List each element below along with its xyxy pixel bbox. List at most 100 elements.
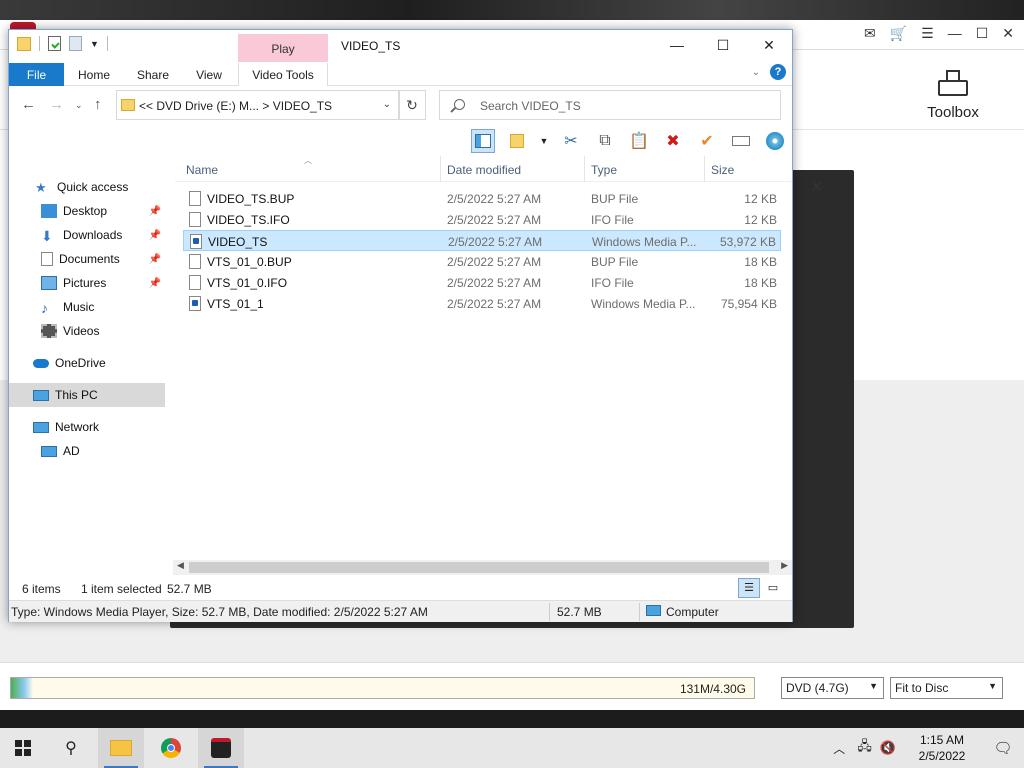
windows-logo-icon xyxy=(15,740,31,756)
taskbar-search-button[interactable]: ⚲ xyxy=(48,728,94,768)
back-arrow-icon[interactable]: ← xyxy=(21,96,36,113)
cart-icon[interactable]: 🛒 xyxy=(890,25,907,42)
sidebar-item-onedrive[interactable]: OneDrive xyxy=(9,351,165,375)
notifications-icon[interactable]: 🗨 xyxy=(982,739,1024,757)
scroll-left-icon[interactable]: ◀ xyxy=(177,560,184,571)
window-controls: — ☐ ✕ xyxy=(654,30,792,60)
properties-icon[interactable] xyxy=(505,129,529,153)
column-name[interactable]: Name xyxy=(186,163,218,177)
address-bar[interactable]: << DVD Drive (E:) M... > VIDEO_TS ⌄ xyxy=(116,90,400,120)
folder-icon[interactable] xyxy=(17,36,31,51)
table-row[interactable]: VIDEO_TS.BUP 2/5/2022 5:27 AM BUP File 1… xyxy=(183,188,781,209)
cut-icon[interactable]: ✂ xyxy=(559,129,583,153)
scrollbar-thumb[interactable] xyxy=(189,562,769,573)
minimize-button[interactable]: — xyxy=(654,30,700,60)
burner-toolstrip: ▼ ✂ ⧉ 📋 ✖ ✔ xyxy=(471,126,791,156)
tab-video-tools[interactable]: Video Tools xyxy=(238,63,328,86)
tab-home[interactable]: Home xyxy=(71,63,117,86)
start-button[interactable] xyxy=(0,728,46,768)
rename-icon[interactable] xyxy=(729,129,753,153)
sidebar-item-this-pc[interactable]: This PC xyxy=(9,383,165,407)
sidebar-item-ad[interactable]: AD xyxy=(9,439,165,463)
recent-locations-icon[interactable]: ⌄ xyxy=(75,100,83,111)
feedback-icon[interactable]: ✉ xyxy=(864,25,876,42)
search-input[interactable]: Search VIDEO_TS xyxy=(439,90,781,120)
sidebar-item-quick-access[interactable]: ★ Quick access xyxy=(9,175,165,199)
expand-ribbon-icon[interactable]: ⌄ xyxy=(752,67,760,78)
sidebar-item-desktop[interactable]: Desktop 📌 xyxy=(9,199,165,223)
close-button[interactable]: ✕ xyxy=(746,30,792,60)
copy-icon[interactable]: ⧉ xyxy=(593,129,617,153)
close-icon[interactable]: ✕ xyxy=(1002,25,1014,42)
preview-pane-icon[interactable] xyxy=(471,129,495,153)
scroll-right-icon[interactable]: ▶ xyxy=(781,560,788,571)
file-size: 18 KB xyxy=(744,255,777,269)
paste-icon[interactable]: 📋 xyxy=(627,129,651,153)
maximize-button[interactable]: ☐ xyxy=(700,30,746,60)
customize-toolbar-icon[interactable]: ▼ xyxy=(90,39,99,49)
pin-icon: 📌 xyxy=(148,205,161,217)
horizontal-scrollbar[interactable]: ◀ ▶ xyxy=(173,560,792,575)
show-hidden-icons-icon[interactable]: ︿ xyxy=(833,740,845,757)
capacity-text: 131M/4.30G xyxy=(679,682,746,696)
clock-date: 2/5/2022 xyxy=(918,749,966,763)
clock[interactable]: 1:15 AM 2/5/2022 xyxy=(902,732,982,764)
refresh-button[interactable]: ↻ xyxy=(398,90,426,120)
search-placeholder: Search VIDEO_TS xyxy=(480,99,581,113)
tab-view[interactable]: View xyxy=(189,63,229,86)
file-date: 2/5/2022 5:27 AM xyxy=(447,276,542,290)
delete-icon[interactable]: ✖ xyxy=(661,129,685,153)
sidebar-item-music[interactable]: ♪ Music xyxy=(9,295,165,319)
minimize-icon[interactable]: — xyxy=(948,25,962,42)
taskbar-file-explorer[interactable] xyxy=(98,728,144,768)
burner-window-controls: ✉ 🛒 ☰ — ☐ ✕ xyxy=(864,25,1014,42)
table-row[interactable]: VIDEO_TS.IFO 2/5/2022 5:27 AM IFO File 1… xyxy=(183,209,781,230)
table-row-selected[interactable]: VIDEO_TS 2/5/2022 5:27 AM Windows Media … xyxy=(183,230,781,251)
up-arrow-icon[interactable]: ↑ xyxy=(94,96,102,113)
new-folder-icon[interactable] xyxy=(69,36,82,51)
sidebar-item-network[interactable]: Network xyxy=(9,415,165,439)
tab-share[interactable]: Share xyxy=(130,63,176,86)
sidebar-item-downloads[interactable]: ⬇ Downloads 📌 xyxy=(9,223,165,247)
ribbon-right-controls: ⌄ ? xyxy=(752,64,786,80)
sidebar-item-pictures[interactable]: Pictures 📌 xyxy=(9,271,165,295)
taskbar-burner-app[interactable] xyxy=(198,728,244,768)
sidebar-item-label: This PC xyxy=(55,388,98,402)
column-size[interactable]: Size xyxy=(711,163,734,177)
desktop-icon xyxy=(41,204,57,218)
column-type[interactable]: Type xyxy=(591,163,617,177)
document-icon xyxy=(41,252,53,266)
network-icon[interactable]: 🖧 xyxy=(857,737,872,759)
volume-muted-icon[interactable]: 🔇 xyxy=(880,740,896,756)
help-icon[interactable]: ? xyxy=(770,64,786,80)
forward-arrow-icon[interactable]: → xyxy=(49,96,64,113)
chevron-down-icon[interactable]: ▼ xyxy=(539,129,549,153)
properties-icon[interactable] xyxy=(48,36,61,51)
table-row[interactable]: VTS_01_0.IFO 2/5/2022 5:27 AM IFO File 1… xyxy=(183,272,781,293)
burn-disc-icon[interactable] xyxy=(763,129,787,153)
toolbox-button[interactable]: Toolbox xyxy=(908,54,998,134)
table-row[interactable]: VTS_01_0.BUP 2/5/2022 5:27 AM BUP File 1… xyxy=(183,251,781,272)
videos-icon xyxy=(41,324,57,338)
table-row[interactable]: VTS_01_1 2/5/2022 5:27 AM Windows Media … xyxy=(183,293,781,314)
details-info: Type: Windows Media Player, Size: 52.7 M… xyxy=(11,605,428,619)
fit-option-select[interactable]: Fit to Disc ▼ xyxy=(890,677,1003,699)
file-date: 2/5/2022 5:27 AM xyxy=(448,235,543,249)
file-type: Windows Media P... xyxy=(591,297,696,311)
details-view-icon[interactable]: ☰ xyxy=(738,578,760,598)
maximize-icon[interactable]: ☐ xyxy=(976,25,989,42)
disc-type-value: DVD (4.7G) xyxy=(786,681,849,695)
large-icons-view-icon[interactable]: ▭ xyxy=(762,578,784,598)
dialog-close-icon[interactable]: ✕ xyxy=(810,177,823,197)
chevron-down-icon[interactable]: ⌄ xyxy=(383,99,391,110)
file-date: 2/5/2022 5:27 AM xyxy=(447,255,542,269)
sidebar-item-videos[interactable]: Videos xyxy=(9,319,165,343)
disc-type-select[interactable]: DVD (4.7G) ▼ xyxy=(781,677,884,699)
taskbar-chrome[interactable] xyxy=(148,728,194,768)
column-date-modified[interactable]: Date modified xyxy=(447,163,521,177)
sidebar-item-documents[interactable]: Documents 📌 xyxy=(9,247,165,271)
menu-icon[interactable]: ☰ xyxy=(921,25,934,42)
explorer-titlebar: ▼ Play VIDEO_TS — ☐ ✕ xyxy=(9,30,792,62)
tab-file[interactable]: File xyxy=(9,63,64,86)
check-icon[interactable]: ✔ xyxy=(695,129,719,153)
